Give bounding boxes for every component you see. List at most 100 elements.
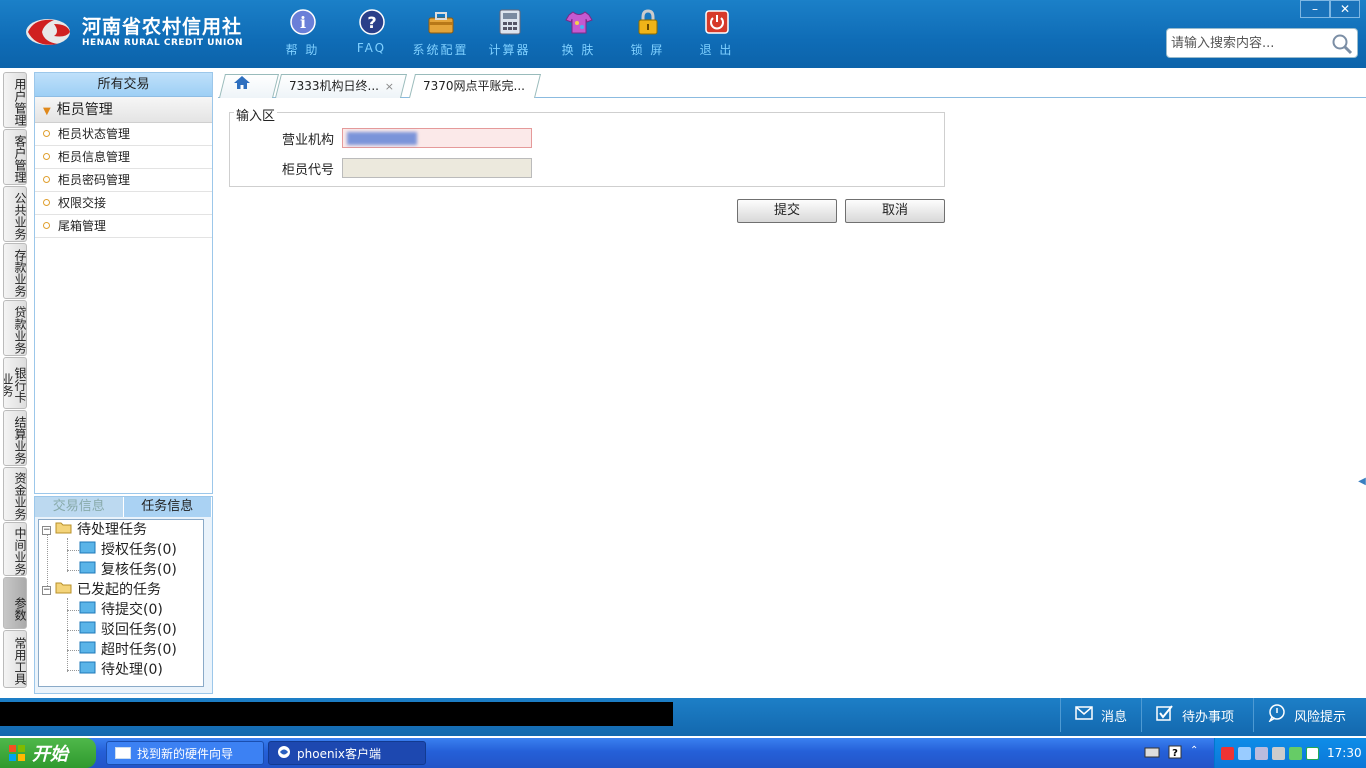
power-icon: [703, 8, 731, 36]
messages-button[interactable]: 消息: [1060, 698, 1141, 732]
folder-open-icon: [55, 580, 73, 600]
menu-group-teller-management[interactable]: ▼ 柜员管理: [35, 97, 212, 123]
network-alert-icon[interactable]: [1221, 746, 1234, 760]
menu-item-teller-status[interactable]: 柜员状态管理: [35, 123, 212, 146]
security-icon[interactable]: [1289, 746, 1302, 760]
bullet-icon: [43, 130, 50, 137]
teller-id-label: 柜员代号: [281, 162, 334, 178]
collapse-icon[interactable]: −: [42, 525, 51, 535]
branch-input[interactable]: [342, 128, 532, 148]
app-header: 河南省农村信用社 HENAN RURAL CREDIT UNION i 帮 助 …: [0, 0, 1366, 68]
tree-node-to-submit[interactable]: 待提交(0): [79, 600, 163, 620]
tab-task-info[interactable]: 任务信息: [123, 497, 212, 517]
field-row-teller: 柜员代号: [230, 158, 532, 178]
start-button[interactable]: 开始: [0, 738, 96, 768]
folder-icon: [79, 540, 97, 560]
search-input[interactable]: [1167, 29, 1327, 57]
tab-transaction-info[interactable]: 交易信息: [35, 497, 124, 517]
tree-node-timeout[interactable]: 超时任务(0): [79, 640, 177, 660]
menu-item-permission-handover[interactable]: 权限交接: [35, 192, 212, 215]
help-tray-icon[interactable]: ?: [1168, 745, 1182, 762]
clock: 17:30: [1327, 746, 1362, 760]
close-window-button[interactable]: ✕: [1330, 0, 1360, 18]
vtab-funds-business[interactable]: 资金业务: [3, 467, 27, 521]
lock-screen-button[interactable]: 锁 屏: [613, 8, 682, 58]
vtab-customer-management[interactable]: 客户管理: [3, 129, 27, 185]
change-skin-button[interactable]: 换 肤: [544, 8, 613, 58]
tree-node-label: 待提交(0): [101, 602, 163, 618]
menu-group-label: 柜员管理: [56, 102, 113, 118]
vtab-parameters[interactable]: 参数: [3, 577, 27, 629]
help-label: 帮 助: [285, 43, 320, 57]
input-section: 输入区 营业机构 柜员代号: [229, 105, 945, 187]
svg-text:?: ?: [367, 13, 376, 32]
field-row-branch: 营业机构: [230, 128, 532, 148]
tab-7333[interactable]: 7333机构日终... ×: [275, 74, 407, 98]
chevron-icon[interactable]: ⌃: [1190, 745, 1198, 762]
v2-icon[interactable]: [1306, 746, 1319, 760]
submit-button[interactable]: 提交: [737, 199, 837, 223]
tree-node-initiated[interactable]: − 已发起的任务: [42, 580, 161, 600]
tab-close-icon[interactable]: ×: [385, 76, 394, 98]
collapse-icon[interactable]: −: [42, 585, 51, 595]
teller-id-input[interactable]: [342, 158, 532, 178]
vtab-bank-card-business[interactable]: 银行卡业务: [3, 357, 27, 409]
vtab-common-tools[interactable]: 常用工具: [3, 630, 27, 688]
vtab-intermediary-business[interactable]: 中间业务: [3, 522, 27, 576]
tree-node-to-process[interactable]: 待处理(0): [79, 660, 163, 680]
taskbar-item-hardware-wizard[interactable]: 找到新的硬件向导: [106, 741, 264, 765]
logo-title-cn: 河南省农村信用社: [82, 15, 243, 38]
vtab-loan-business[interactable]: 贷款业务: [3, 300, 27, 356]
tab-7370[interactable]: 7370网点平账完...×: [409, 74, 541, 115]
cancel-button[interactable]: 取消: [845, 199, 945, 223]
logo: 河南省农村信用社 HENAN RURAL CREDIT UNION: [24, 14, 243, 50]
vtab-settlement-business[interactable]: 结算业务: [3, 410, 27, 466]
calculator-button[interactable]: 计算器: [475, 8, 544, 58]
tab-label: 7333机构日终...: [289, 79, 379, 93]
calculator-label: 计算器: [488, 43, 531, 57]
tree-node-pending[interactable]: − 待处理任务: [42, 520, 147, 540]
start-label: 开始: [32, 744, 68, 765]
help-button[interactable]: i 帮 助: [268, 8, 337, 58]
vtab-user-management[interactable]: 用户管理: [3, 72, 27, 128]
collapse-panel-handle[interactable]: ◀: [1358, 460, 1366, 504]
tab-home[interactable]: [219, 74, 279, 98]
menu-item-teller-info[interactable]: 柜员信息管理: [35, 146, 212, 169]
menu-item-label: 柜员状态管理: [58, 127, 131, 141]
todo-button[interactable]: 待办事项: [1141, 698, 1253, 732]
bluetooth-icon[interactable]: [1238, 746, 1251, 760]
menu-item-cash-box[interactable]: 尾箱管理: [35, 215, 212, 238]
content-tabbar: 7333机构日终... × 7370网点平账完...×: [218, 72, 1366, 115]
redacted-value: [347, 132, 417, 145]
quick-tray: ? ⌃: [1144, 745, 1198, 762]
exit-button[interactable]: 退 出: [682, 8, 751, 58]
tree-node-label: 待处理任务: [77, 522, 147, 538]
menu-item-teller-password[interactable]: 柜员密码管理: [35, 169, 212, 192]
shirt-icon: [564, 8, 593, 36]
minimize-button[interactable]: –: [1300, 0, 1330, 18]
keyboard-icon[interactable]: [1144, 745, 1160, 762]
tree-node-review-tasks[interactable]: 复核任务(0): [79, 560, 177, 580]
folder-icon: [79, 560, 97, 580]
vtab-deposit-business[interactable]: 存款业务: [3, 243, 27, 299]
search-icon[interactable]: [1331, 33, 1353, 58]
input-section-legend: 输入区: [234, 105, 278, 124]
monitor-icon[interactable]: [1255, 746, 1268, 760]
faq-button[interactable]: ? FAQ: [337, 8, 406, 58]
tab-label: 7370网点平账完...: [423, 79, 525, 93]
lock-screen-label: 锁 屏: [630, 43, 665, 57]
messages-label: 消息: [1101, 709, 1128, 725]
taskbar-item-phoenix[interactable]: phoenix客户端: [268, 741, 426, 765]
task-panel: 交易信息 任务信息 − 待处理任务 授权任务(0) 复核任务(0) − 已发起的…: [34, 496, 213, 694]
toolbox-icon: [427, 8, 455, 36]
tree-node-rejected[interactable]: 驳回任务(0): [79, 620, 177, 640]
system-tray: 17:30: [1214, 738, 1366, 768]
network-icon[interactable]: [1272, 746, 1285, 760]
vtab-public-business[interactable]: 公共业务: [3, 186, 27, 242]
risk-alert-label: 风险提示: [1294, 709, 1347, 725]
system-config-button[interactable]: 系统配置: [406, 8, 475, 58]
risk-alert-button[interactable]: 风险提示: [1253, 698, 1366, 732]
tree-node-auth-tasks[interactable]: 授权任务(0): [79, 540, 177, 560]
tree-node-label: 复核任务(0): [101, 562, 177, 578]
phoenix-app-icon: [277, 745, 291, 762]
